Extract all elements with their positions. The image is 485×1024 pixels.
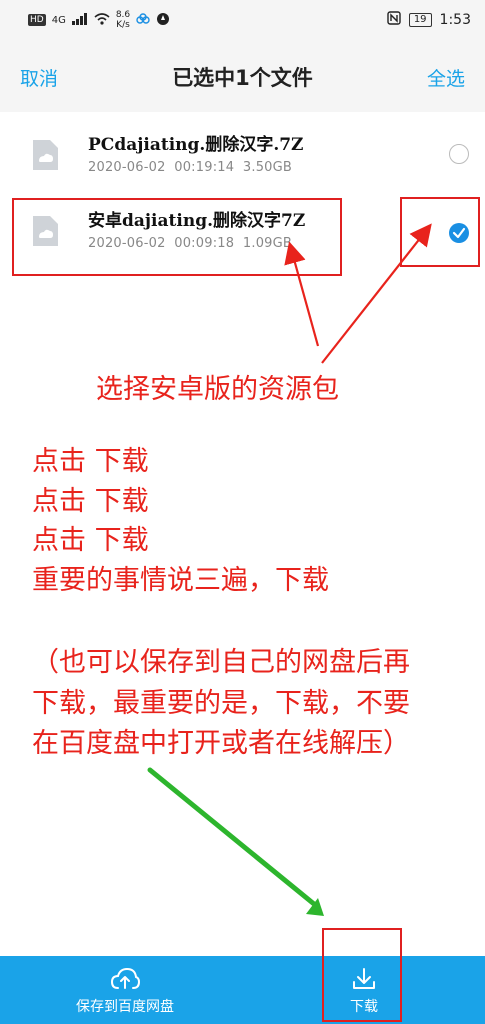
red-arrow-to-file — [284, 241, 320, 347]
save-to-netdisk-button[interactable]: 保存到百度网盘 — [50, 956, 200, 1024]
green-arrow-to-download — [147, 767, 317, 907]
cloud-upload-icon — [110, 967, 140, 989]
bottom-action-bar: 保存到百度网盘 下载 — [0, 956, 485, 1024]
instruction-line: 重要的事情说三遍，下载 — [32, 565, 329, 596]
instruction-line: 点击 下载 — [32, 446, 149, 477]
note-line: 在百度盘中打开或者在线解压） — [32, 728, 410, 759]
note-line: 下载，最重要的是，下载，不要 — [32, 688, 410, 719]
instruction-line: 点击 下载 — [32, 525, 149, 556]
red-arrow-to-checkbox — [321, 223, 432, 364]
select-hint-text: 选择安卓版的资源包 — [96, 374, 339, 405]
save-to-netdisk-label: 保存到百度网盘 — [76, 999, 174, 1015]
download-highlight-box — [322, 928, 402, 1022]
note-line: （也可以保存到自己的网盘后再 — [32, 647, 410, 678]
instruction-line: 点击 下载 — [32, 486, 149, 517]
